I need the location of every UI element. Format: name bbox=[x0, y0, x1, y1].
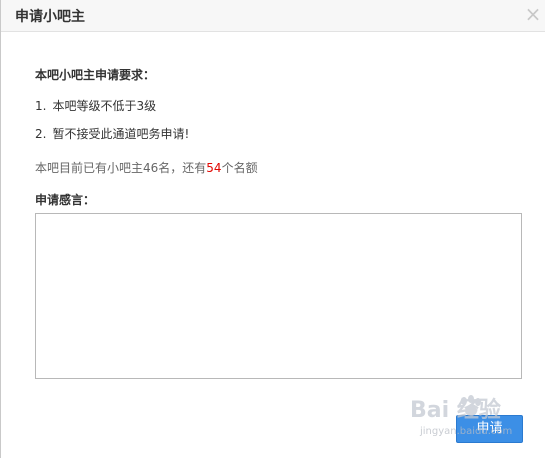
statement-label: 申请感言： bbox=[35, 193, 96, 207]
requirement-item: 1. 本吧等级不低于3级 bbox=[35, 97, 156, 114]
quota-info: 本吧目前已有小吧主46名，还有54个名额 bbox=[35, 159, 258, 176]
close-icon[interactable]: × bbox=[523, 4, 543, 24]
requirement-number: 2. bbox=[35, 127, 47, 141]
apply-moderator-dialog: 申请小吧主 × 本吧小吧主申请要求： 1. 本吧等级不低于3级 2. 暂不接受此通道… bbox=[0, 0, 545, 458]
requirements-heading: 本吧小吧主申请要求： bbox=[35, 68, 156, 82]
quota-suffix: 个名额 bbox=[221, 161, 258, 175]
dialog-title: 申请小吧主 bbox=[15, 9, 85, 25]
dialog-title-bar: 申请小吧主 × bbox=[1, 0, 545, 32]
quota-prefix: 本吧目前已有小吧主46名，还有 bbox=[35, 161, 207, 175]
quota-remaining-count: 54 bbox=[206, 161, 222, 175]
submit-application-button[interactable]: 申请 bbox=[456, 415, 523, 443]
requirement-text: 暂不接受此通道吧务申请! bbox=[52, 127, 190, 141]
requirement-item: 2. 暂不接受此通道吧务申请! bbox=[35, 125, 189, 142]
statement-textarea[interactable] bbox=[35, 213, 522, 379]
requirement-number: 1. bbox=[35, 99, 47, 113]
requirement-text: 本吧等级不低于3级 bbox=[52, 99, 157, 113]
